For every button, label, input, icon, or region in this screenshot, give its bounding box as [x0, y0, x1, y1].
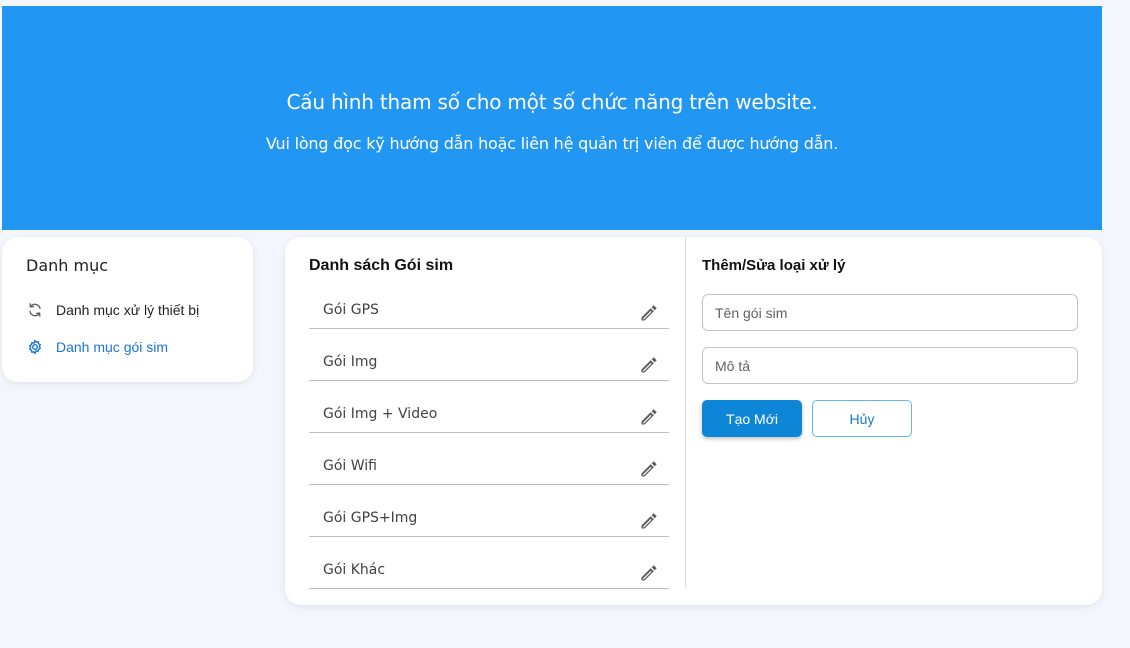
header-banner: Cấu hình tham số cho một số chức năng tr…: [2, 6, 1102, 230]
list-item[interactable]: Gói GPS: [309, 291, 669, 329]
edit-icon[interactable]: [639, 511, 659, 531]
panel-divider: [685, 237, 686, 588]
form-title: Thêm/Sửa loại xử lý: [702, 257, 846, 274]
banner-title: Cấu hình tham số cho một số chức năng tr…: [286, 90, 818, 114]
edit-icon[interactable]: [639, 459, 659, 479]
list-item[interactable]: Gói Img: [309, 343, 669, 381]
list-item[interactable]: Gói Khác: [309, 551, 669, 589]
list-item-label: Gói Img: [323, 354, 378, 370]
list-item[interactable]: Gói GPS+Img: [309, 499, 669, 537]
create-button[interactable]: Tạo Mới: [702, 400, 802, 437]
list-item-label: Gói GPS+Img: [323, 510, 418, 526]
list-item-label: Gói Img + Video: [323, 406, 438, 422]
sidebar-item-device-handling[interactable]: Danh mục xử lý thiết bị: [26, 300, 199, 320]
list-item-label: Gói Wifi: [323, 458, 377, 474]
edit-icon[interactable]: [639, 563, 659, 583]
list-item-label: Gói Khác: [323, 562, 386, 578]
description-input[interactable]: [702, 347, 1078, 384]
cancel-button[interactable]: Hủy: [812, 400, 912, 437]
banner-subtitle: Vui lòng đọc kỹ hướng dẫn hoặc liên hệ q…: [265, 134, 839, 153]
sim-name-input[interactable]: [702, 294, 1078, 331]
sidebar-title: Danh mục: [26, 256, 109, 275]
category-sidebar: Danh mục Danh mục xử lý thiết bị Danh mụ…: [2, 237, 253, 382]
sidebar-item-label: Danh mục gói sim: [56, 339, 169, 355]
edit-icon[interactable]: [639, 303, 659, 323]
list-item-label: Gói GPS: [323, 302, 379, 318]
edit-icon[interactable]: [639, 355, 659, 375]
sidebar-item-label: Danh mục xử lý thiết bị: [56, 302, 200, 318]
sync-icon: [26, 301, 44, 319]
gear-icon: [26, 338, 44, 356]
sim-package-list: Gói GPS Gói Img Gói Img + Video Gói Wifi…: [309, 291, 669, 603]
edit-icon[interactable]: [639, 407, 659, 427]
main-panel: Danh sách Gói sim Gói GPS Gói Img Gói Im…: [285, 237, 1102, 605]
sidebar-item-sim-packages[interactable]: Danh mục gói sim: [26, 337, 168, 357]
list-item[interactable]: Gói Wifi: [309, 447, 669, 485]
list-item[interactable]: Gói Img + Video: [309, 395, 669, 433]
list-title: Danh sách Gói sim: [309, 257, 454, 274]
